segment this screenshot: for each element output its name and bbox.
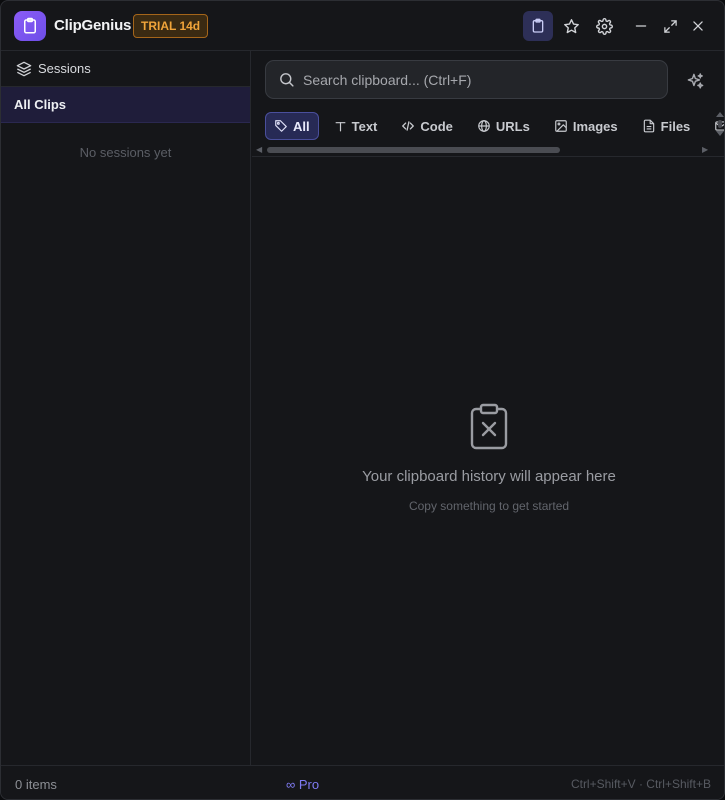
layers-icon: [16, 61, 32, 76]
minimize-button[interactable]: [626, 11, 656, 41]
ai-sparkle-button[interactable]: [682, 68, 708, 94]
title-bar[interactable]: ClipGenius TRIAL 14d: [1, 1, 724, 51]
app-window: ClipGenius TRIAL 14d Sessions All Clips …: [0, 0, 725, 800]
keyboard-shortcuts-hint: Ctrl+Shift+V · Ctrl+Shift+B: [570, 777, 711, 791]
main-panel: All Text Code: [252, 51, 724, 765]
star-icon: [563, 18, 579, 33]
gear-icon: [595, 17, 613, 35]
expand-icon: [663, 19, 677, 33]
maximize-button[interactable]: [655, 11, 685, 41]
sidebar-item-all-clips[interactable]: All Clips: [1, 87, 250, 123]
favorites-button[interactable]: [556, 11, 586, 41]
filter-label: Images: [572, 118, 618, 134]
filter-label: Text: [351, 118, 378, 134]
close-button[interactable]: [683, 11, 713, 41]
sparkle-icon: [687, 72, 703, 89]
clipboard-x-icon: [470, 403, 508, 450]
file-icon: [643, 119, 654, 133]
clipboard-logo-icon: [14, 11, 46, 41]
pro-plan-badge[interactable]: ∞ Pro: [286, 777, 319, 792]
search-input[interactable]: [303, 71, 643, 88]
filter-vertical-scrollbar[interactable]: [714, 109, 724, 139]
no-sessions-text: No sessions yet: [79, 145, 172, 160]
filter-horizontal-scrollbar[interactable]: ◀ ▶: [252, 145, 714, 155]
app-name: ClipGenius: [54, 17, 132, 34]
empty-state-subtitle: Copy something to get started: [408, 499, 570, 513]
close-icon: [693, 21, 703, 31]
sessions-header[interactable]: Sessions: [1, 51, 250, 87]
filter-label: URLs: [495, 118, 530, 134]
filter-label: All: [293, 118, 310, 134]
filter-urls[interactable]: URLs: [468, 112, 539, 140]
scroll-left-arrow-icon[interactable]: ◀: [256, 145, 262, 155]
filter-images[interactable]: Images: [545, 112, 627, 140]
empty-state-title: Your clipboard history will appear here: [362, 468, 616, 485]
scroll-right-arrow-icon[interactable]: ▶: [702, 145, 708, 155]
search-icon: [280, 73, 294, 87]
globe-icon: [478, 120, 490, 132]
filter-files[interactable]: Files: [633, 112, 700, 140]
clipboard-icon: [532, 18, 544, 33]
filter-code[interactable]: Code: [392, 112, 462, 140]
status-bar: 0 items ∞ Pro Ctrl+Shift+V · Ctrl+Shift+…: [1, 765, 724, 799]
filter-text[interactable]: Text: [325, 112, 387, 140]
filter-label: Files: [660, 118, 691, 134]
tag-icon: [275, 120, 287, 132]
filter-chips: All Text Code URLs Images Files: [265, 112, 724, 140]
minimize-icon: [635, 25, 647, 27]
sessions-label: Sessions: [38, 61, 91, 76]
filter-all[interactable]: All: [265, 112, 319, 140]
filter-bar: All Text Code URLs Images Files ◀ ▶: [252, 109, 724, 157]
empty-state: Your clipboard history will appear here …: [252, 403, 724, 513]
scrollbar-thumb[interactable]: [267, 147, 560, 153]
search-box[interactable]: [265, 60, 668, 99]
text-icon: [335, 121, 346, 131]
settings-button[interactable]: [589, 11, 619, 41]
sidebar: Sessions All Clips No sessions yet: [1, 51, 251, 765]
item-count: 0 items: [15, 777, 57, 792]
trial-badge[interactable]: TRIAL 14d: [133, 14, 209, 38]
scroll-up-down-icon: [716, 112, 724, 136]
all-clips-label: All Clips: [14, 97, 67, 112]
image-icon: [555, 120, 567, 132]
clipboard-view-button[interactable]: [523, 11, 553, 41]
code-icon: [402, 121, 415, 131]
filter-label: Code: [420, 118, 453, 134]
